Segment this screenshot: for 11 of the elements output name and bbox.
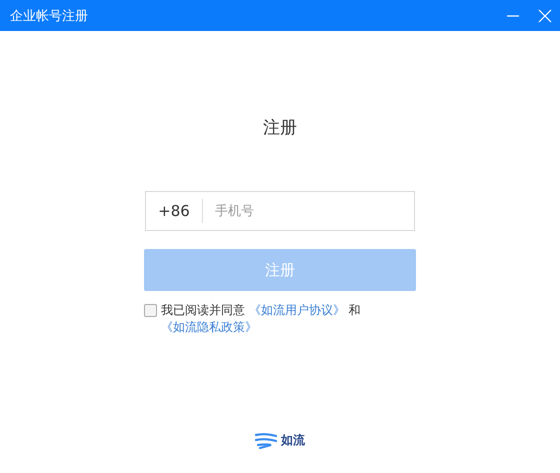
link[interactable]: 《如流用户协议》 (248, 303, 345, 317)
close-icon[interactable] (538, 8, 552, 22)
country-code[interactable]: +86 (146, 202, 202, 220)
agreement-checkbox[interactable] (144, 304, 157, 317)
window-title: 企业帐号注册 (10, 8, 88, 24)
logo-text: 如流 (281, 432, 305, 449)
phone-field[interactable]: +86 手机号 (145, 191, 415, 231)
logo-icon (255, 432, 277, 448)
page-heading: 注册 (263, 117, 297, 139)
link[interactable]: 《如流隐私政策》 (161, 320, 257, 334)
agreement-text: 我已阅读并同意 《如流用户协议》 和 《如流隐私政策》 (161, 302, 362, 336)
